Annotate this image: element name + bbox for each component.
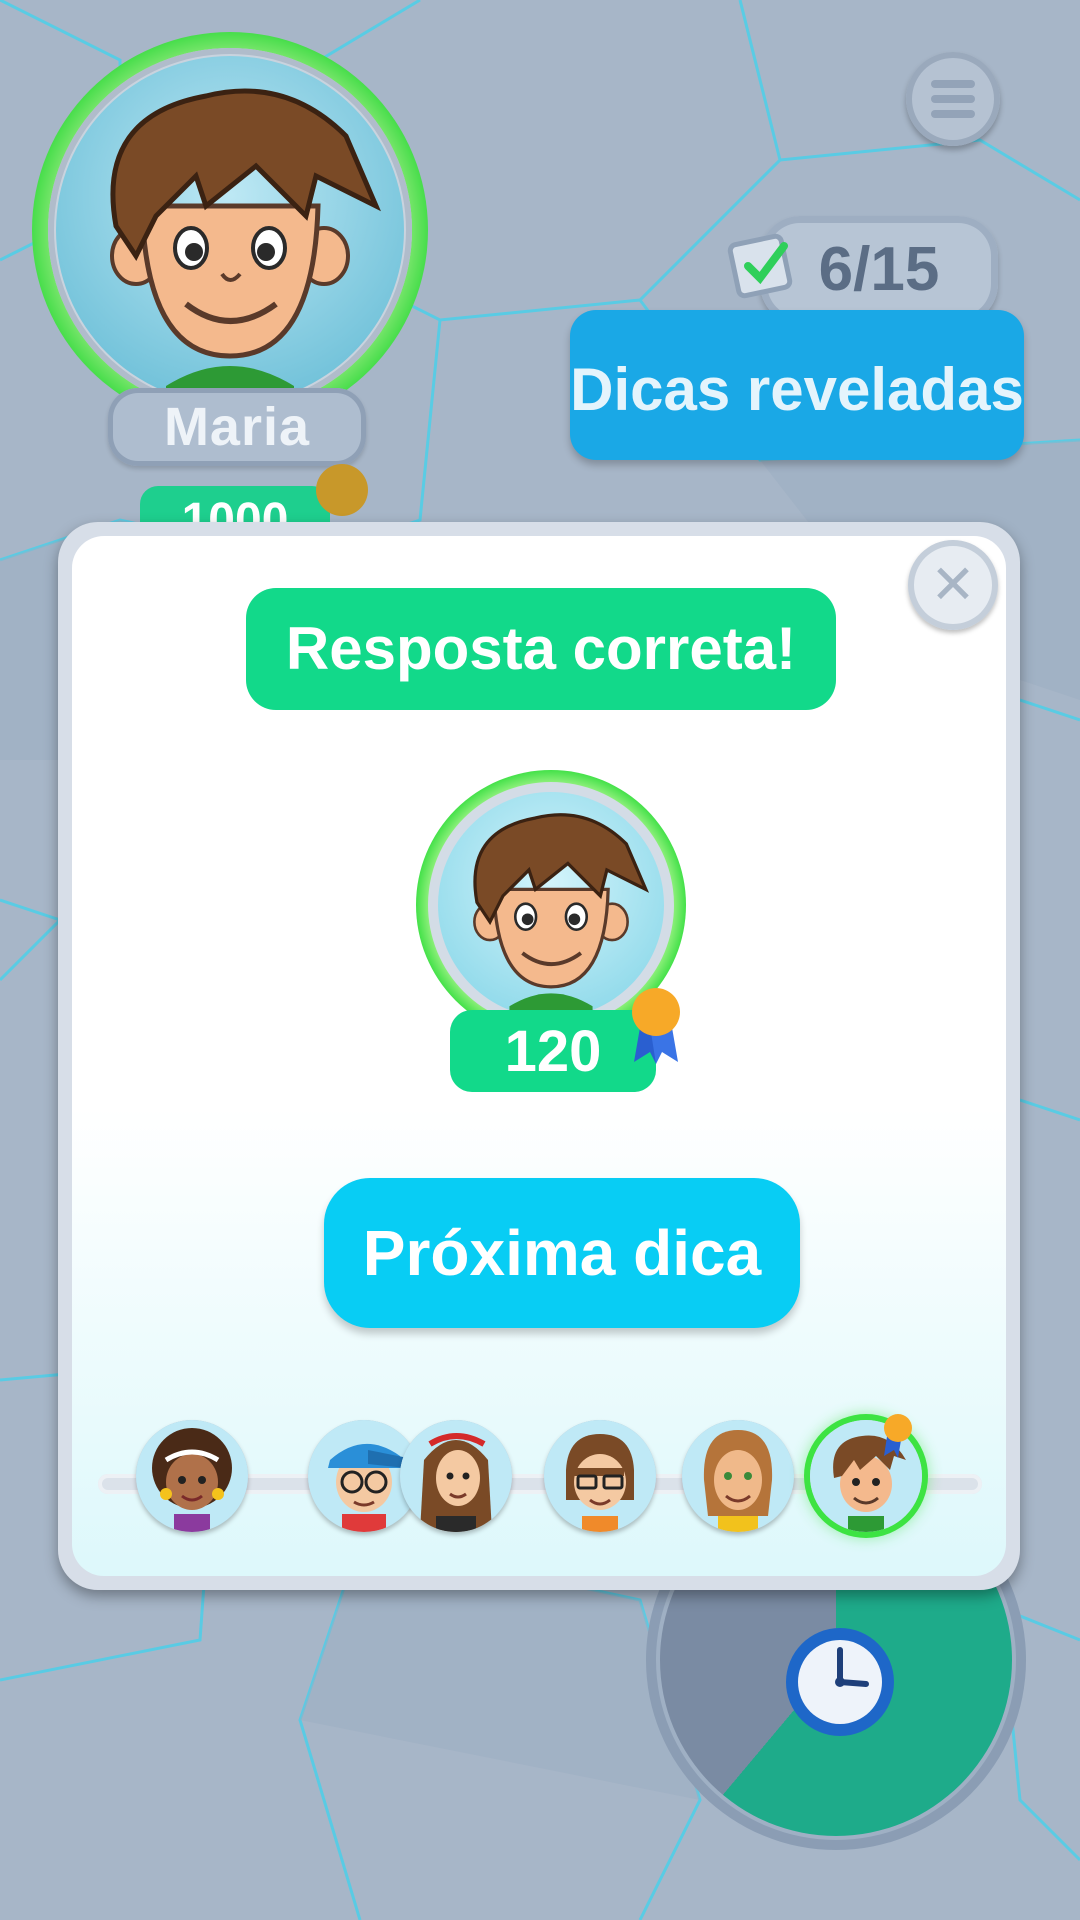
- girl-long-hair-avatar-icon: [400, 1420, 512, 1532]
- player-avatar-4: [544, 1420, 656, 1532]
- checklist-icon: [727, 233, 793, 299]
- close-button[interactable]: ✕: [908, 540, 998, 630]
- menu-icon: [931, 80, 975, 118]
- player-avatar-1: [136, 1420, 248, 1532]
- girl-glasses-avatar-icon: [544, 1420, 656, 1532]
- close-icon: ✕: [930, 553, 976, 616]
- medal-icon: [632, 988, 680, 1064]
- score-medal-icon: [316, 464, 368, 516]
- result-banner: Resposta correta!: [246, 588, 836, 710]
- player-avatar-5: [682, 1420, 794, 1532]
- boy-avatar-icon: [473, 813, 650, 1018]
- girl-curly-hair-avatar-icon: [136, 1420, 248, 1532]
- winner-avatar: [438, 792, 664, 1018]
- clock-icon: [786, 1628, 894, 1736]
- player-avatar-3: [400, 1420, 512, 1532]
- hints-revealed-button[interactable]: Dicas reveladas: [570, 310, 1024, 460]
- menu-button[interactable]: [906, 52, 1000, 146]
- boy-avatar-icon: [110, 88, 381, 404]
- player-name: Maria: [108, 388, 366, 466]
- woman-avatar-icon: [682, 1420, 794, 1532]
- points-earned: 120: [450, 1010, 656, 1092]
- current-player-avatar: [56, 56, 404, 404]
- medal-icon: [884, 1414, 912, 1458]
- next-hint-button[interactable]: Próxima dica: [324, 1178, 800, 1328]
